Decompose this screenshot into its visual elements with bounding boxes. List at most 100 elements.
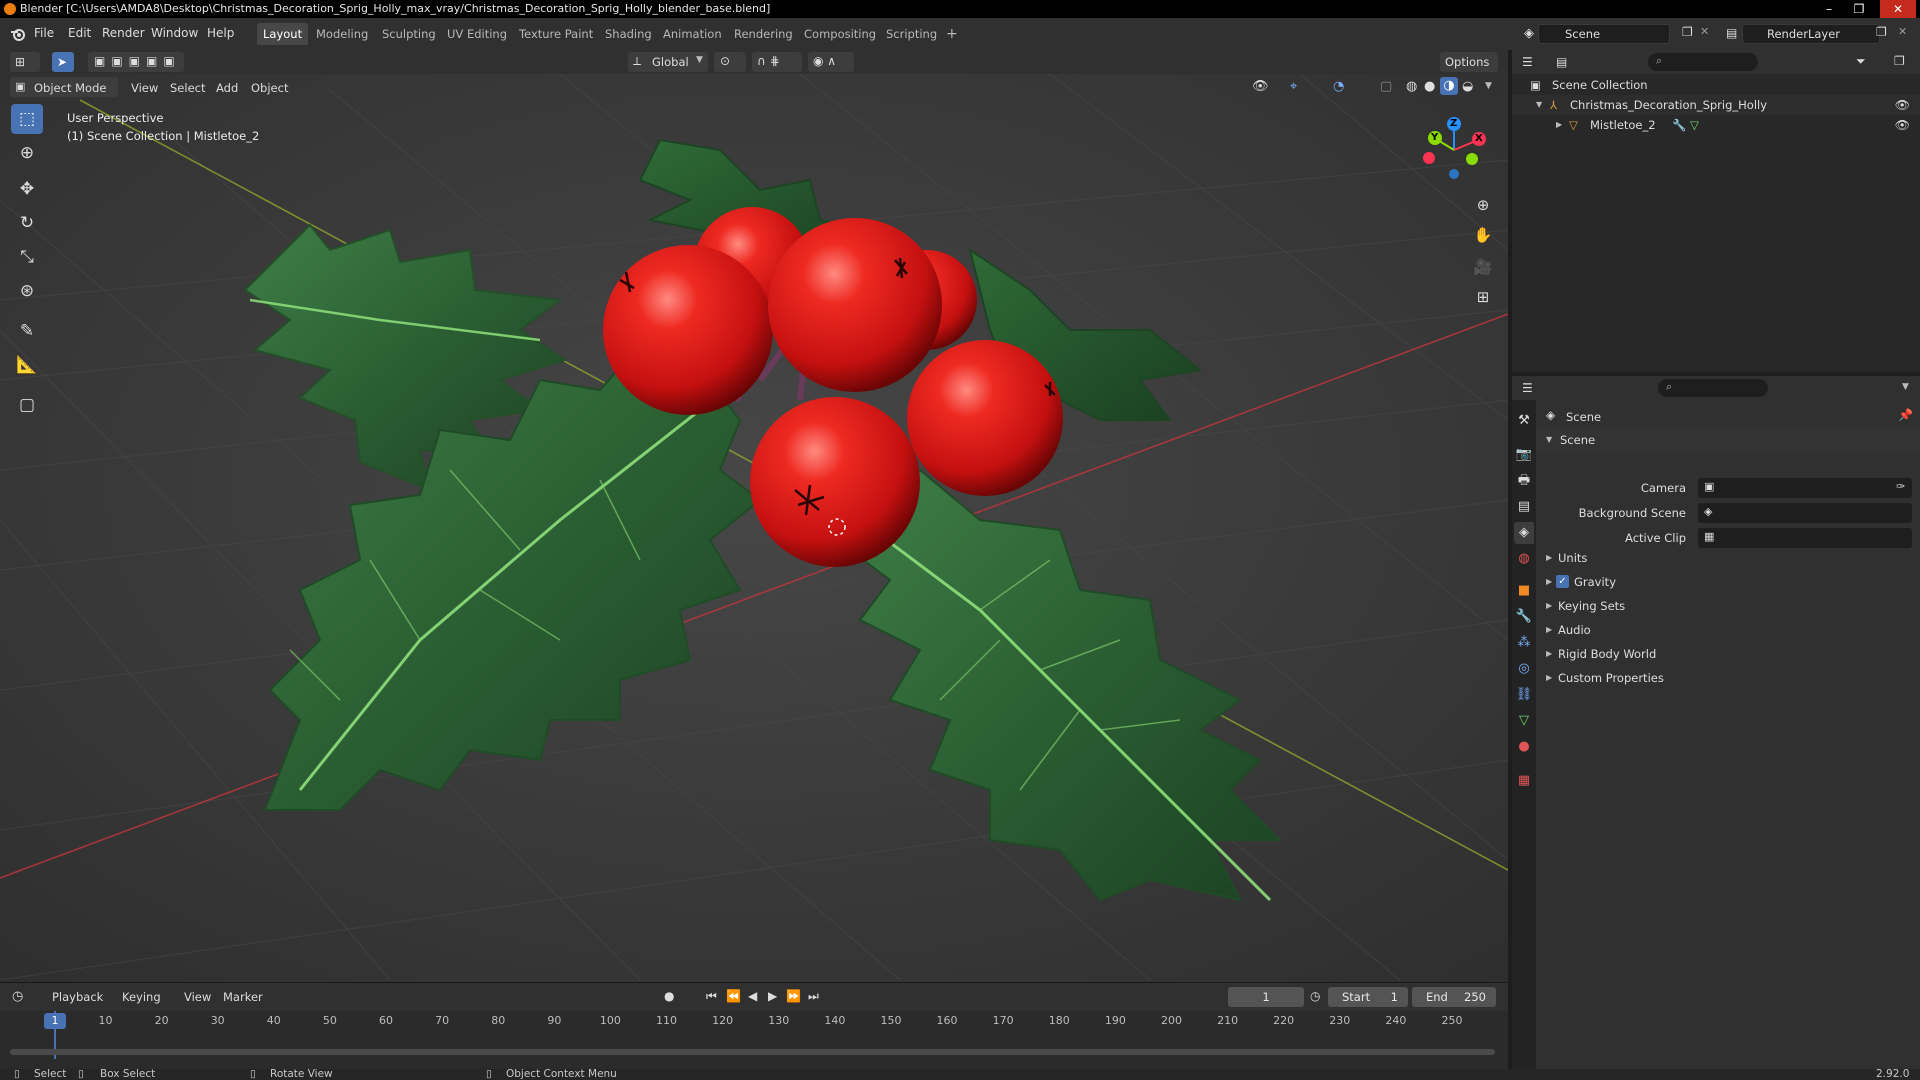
annotate-tool-icon[interactable]: ✎ [11, 316, 43, 346]
pan-hand-icon[interactable]: ✋ [1470, 222, 1496, 248]
properties-editor-type-icon[interactable]: ☰ [1522, 381, 1533, 395]
camera-view-icon[interactable]: 🎥 [1470, 254, 1496, 280]
scale-tool-icon[interactable]: ⤡ [11, 242, 43, 272]
play-icon[interactable]: ▶ [768, 989, 777, 1003]
new-scene-icon[interactable]: ❐ [1682, 25, 1693, 39]
menu-edit[interactable]: Edit [68, 26, 91, 40]
measure-tool-icon[interactable]: 📐 [11, 350, 43, 380]
jump-end-icon[interactable]: ⏭ [808, 989, 819, 1004]
new-view-layer-icon[interactable]: ❐ [1876, 25, 1887, 39]
render-tab-icon[interactable]: 📷 [1514, 444, 1534, 466]
outliner-search-input[interactable] [1648, 53, 1758, 71]
output-tab-icon[interactable]: 🖶 [1514, 470, 1534, 492]
modifier-tab-icon[interactable]: 🔧 [1514, 606, 1534, 628]
gravity-checkbox[interactable]: ✓ [1556, 575, 1569, 588]
outliner-editor-type-icon[interactable]: ☰ [1522, 55, 1533, 69]
data-tab-icon[interactable]: ▽ [1514, 710, 1534, 732]
eyedropper-icon[interactable]: ✑ [1896, 480, 1905, 493]
jump-start-icon[interactable]: ⏮ [706, 989, 717, 1004]
shading-options-chevron-icon[interactable]: ▼ [1485, 81, 1492, 91]
navigation-gizmo[interactable] [1418, 114, 1498, 194]
end-frame-field[interactable]: End 250 [1412, 987, 1496, 1007]
blender-menu-icon[interactable] [10, 26, 26, 42]
tab-shading[interactable]: Shading [599, 23, 658, 45]
tab-layout[interactable]: Layout [257, 23, 309, 45]
menu-keying[interactable]: Keying [122, 990, 161, 1004]
active-clip-field[interactable] [1698, 528, 1912, 548]
menu-object[interactable]: Object [251, 81, 288, 95]
delete-view-layer-icon[interactable]: ✕ [1898, 25, 1907, 38]
zoom-icon[interactable]: ⊕ [1470, 192, 1496, 218]
material-preview-icon[interactable]: ◑ [1440, 77, 1458, 95]
perspective-toggle-icon[interactable]: ⊞ [1470, 284, 1496, 310]
scene-panel-header[interactable]: ▼ Scene [1536, 428, 1920, 452]
add-workspace-button[interactable]: + [940, 23, 964, 45]
chevron-down-icon[interactable]: ▼ [1902, 382, 1909, 392]
menu-add[interactable]: Add [216, 81, 238, 95]
menu-view[interactable]: View [131, 81, 158, 95]
outliner-row-scene-collection[interactable]: ▣ Scene Collection [1512, 75, 1920, 95]
expand-arrow-icon[interactable]: ▼ [1536, 95, 1542, 115]
minimize-button[interactable]: – [1814, 0, 1844, 18]
xray-toggle-icon[interactable]: ▢ [1380, 79, 1392, 94]
solid-shading-icon[interactable]: ● [1424, 79, 1435, 94]
outliner-row-collection[interactable]: ▼ ⅄ Christmas_Decoration_Sprig_Holly 👁 [1512, 95, 1920, 115]
timeline-editor-type-icon[interactable]: ◷ [12, 989, 23, 1004]
tool-tab-icon[interactable]: ⚒ [1514, 410, 1534, 432]
add-cube-tool-icon[interactable]: ▢ [11, 390, 43, 420]
transform-tool-icon[interactable]: ⊛ [11, 276, 43, 306]
rigid-body-world-panel-header[interactable]: ▶ Rigid Body World [1536, 642, 1920, 666]
material-tab-icon[interactable]: ● [1514, 736, 1534, 758]
maximize-button[interactable]: ❐ [1844, 0, 1874, 18]
pin-icon[interactable]: 📌 [1898, 408, 1913, 422]
menu-window[interactable]: Window [151, 26, 198, 40]
texture-tab-icon[interactable]: ▦ [1514, 770, 1534, 792]
next-keyframe-icon[interactable]: ⏩ [786, 989, 801, 1003]
record-icon[interactable]: ● [664, 989, 674, 1003]
menu-timeline-view[interactable]: View [184, 990, 211, 1004]
timeline-scrollbar[interactable] [10, 1049, 1495, 1055]
properties-search-input[interactable] [1658, 379, 1768, 397]
physics-tab-icon[interactable]: ◎ [1514, 658, 1534, 680]
visibility-eye-icon[interactable]: 👁 [1895, 95, 1910, 115]
move-tool-icon[interactable]: ✥ [11, 174, 43, 204]
units-panel-header[interactable]: ▶ Units [1536, 546, 1920, 570]
background-scene-field[interactable] [1698, 503, 1912, 523]
tab-rendering[interactable]: Rendering [728, 23, 799, 45]
custom-properties-panel-header[interactable]: ▶ Custom Properties [1536, 666, 1920, 690]
menu-select[interactable]: Select [170, 81, 205, 95]
rendered-shading-icon[interactable]: ◒ [1462, 79, 1473, 94]
gizmo-toggle-icon[interactable]: ⌖ [1290, 79, 1297, 94]
menu-render[interactable]: Render [102, 26, 145, 40]
menu-file[interactable]: File [34, 26, 54, 40]
tab-uv-editing[interactable]: UV Editing [441, 23, 513, 45]
tab-texture-paint[interactable]: Texture Paint [513, 23, 599, 45]
select-box-tool-icon[interactable]: ⬚ [11, 104, 43, 134]
tab-animation[interactable]: Animation [657, 23, 728, 45]
tab-modeling[interactable]: Modeling [310, 23, 374, 45]
particles-tab-icon[interactable]: ⁂ [1514, 632, 1534, 654]
new-collection-icon[interactable]: ❐ [1894, 54, 1905, 68]
menu-playback[interactable]: Playback [52, 990, 103, 1004]
prev-keyframe-icon[interactable]: ⏪ [726, 989, 741, 1003]
keying-sets-panel-header[interactable]: ▶ Keying Sets [1536, 594, 1920, 618]
overlay-toggle-icon[interactable]: ◔ [1333, 79, 1344, 94]
expand-arrow-icon[interactable]: ▶ [1556, 115, 1562, 135]
camera-field[interactable] [1698, 478, 1912, 498]
3d-viewport[interactable]: ▣ Object Mode View Select Add Object 👁 ⌖… [0, 74, 1508, 982]
constraints-tab-icon[interactable]: ⛓ [1514, 684, 1534, 706]
display-mode-icon[interactable]: ▤ [1556, 55, 1567, 69]
visibility-eye-icon[interactable]: 👁 [1895, 115, 1910, 135]
tab-sculpting[interactable]: Sculpting [376, 23, 442, 45]
outliner-row-object[interactable]: ▶ ▽ Mistletoe_2 🔧 ▽ 👁 [1512, 115, 1920, 135]
start-frame-field[interactable]: Start 1 [1328, 987, 1408, 1007]
world-tab-icon[interactable]: ◍ [1514, 548, 1534, 570]
filter-icon[interactable]: ⏷ [1856, 54, 1866, 69]
view-layer-tab-icon[interactable]: ▤ [1514, 496, 1534, 518]
menu-help[interactable]: Help [207, 26, 234, 40]
visibility-eye-icon[interactable]: 👁 [1252, 79, 1269, 94]
gravity-panel-header[interactable]: ▶ ✓ Gravity [1536, 570, 1920, 594]
rotate-tool-icon[interactable]: ↻ [11, 208, 43, 238]
scene-selector[interactable]: Scene [1538, 24, 1670, 44]
close-button[interactable]: ✕ [1880, 0, 1916, 18]
